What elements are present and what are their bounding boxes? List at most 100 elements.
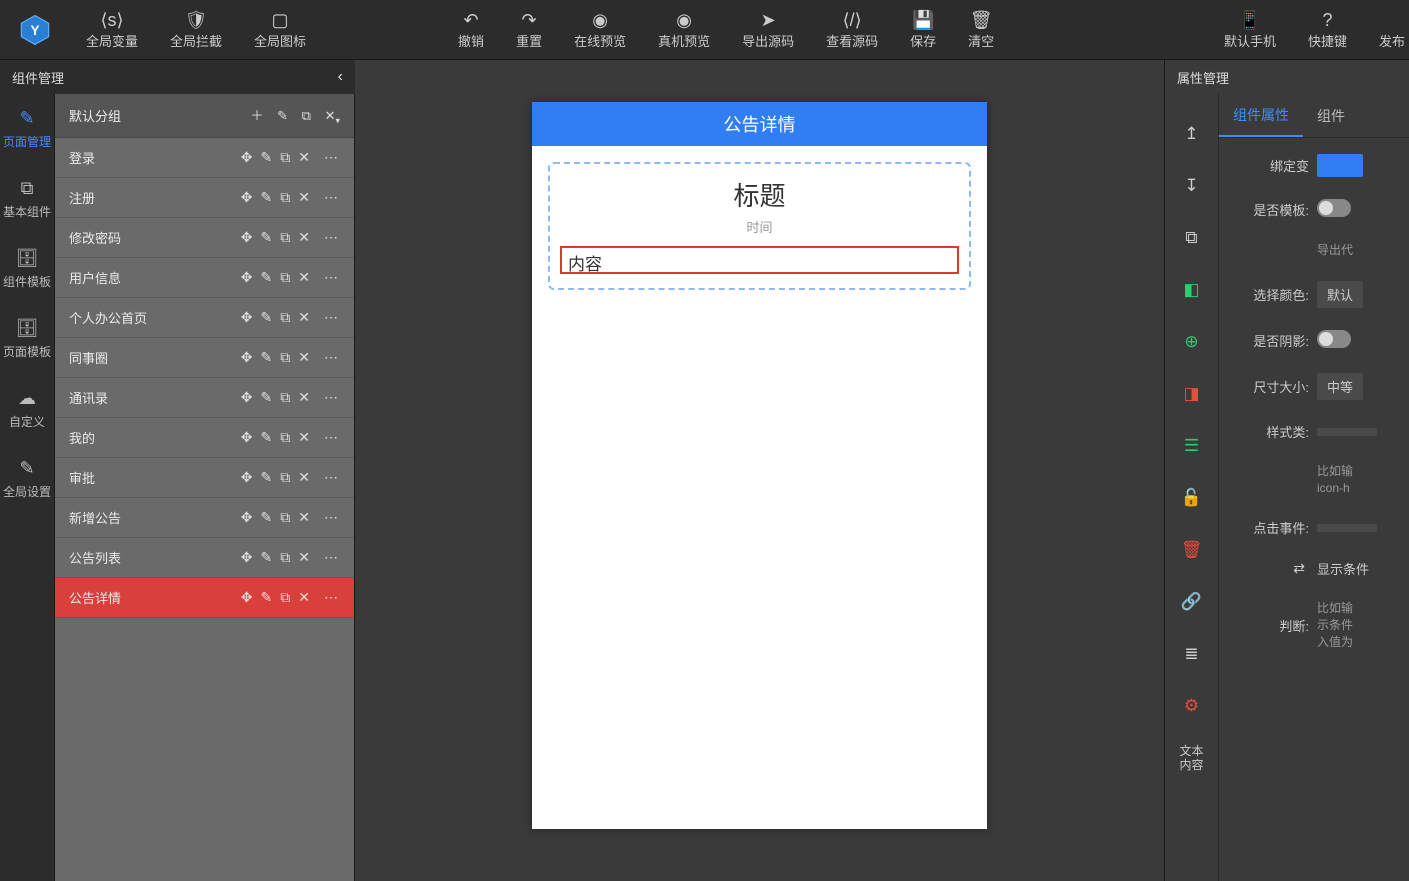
edit-group-icon[interactable]: ✎ bbox=[277, 108, 288, 123]
more-icon[interactable]: ⋯ bbox=[324, 189, 340, 205]
move-icon[interactable]: ✥ bbox=[241, 509, 253, 525]
move-icon[interactable]: ✥ bbox=[241, 389, 253, 405]
size-select[interactable]: 中等 bbox=[1317, 373, 1363, 400]
move-icon[interactable]: ✥ bbox=[241, 429, 253, 445]
copy-icon[interactable]: ⧉ bbox=[280, 509, 290, 525]
copy-icon[interactable]: ⧉ bbox=[1174, 220, 1210, 256]
delete-icon[interactable]: 🗑 bbox=[1174, 532, 1210, 568]
layers-icon[interactable]: ≣ bbox=[1174, 636, 1210, 672]
more-icon[interactable]: ⋯ bbox=[324, 389, 340, 405]
show-condition-label[interactable]: 显示条件 bbox=[1317, 559, 1397, 578]
delete-icon[interactable]: ✕ bbox=[298, 269, 310, 285]
move-icon[interactable]: ✥ bbox=[241, 309, 253, 325]
copy-icon[interactable]: ⧉ bbox=[280, 549, 290, 565]
default-phone-button[interactable]: 📱默认手机 bbox=[1208, 5, 1292, 54]
more-icon[interactable]: ⋯ bbox=[324, 269, 340, 285]
edit-icon[interactable]: ✎ bbox=[261, 389, 273, 405]
tab-custom[interactable]: ☁自定义 bbox=[0, 374, 54, 444]
tab-global-setting[interactable]: ✎全局设置 bbox=[0, 444, 54, 514]
more-icon[interactable]: ⋯ bbox=[324, 469, 340, 485]
more-icon[interactable]: ⋯ bbox=[324, 349, 340, 365]
move-icon[interactable]: ✥ bbox=[241, 549, 253, 565]
delete-icon[interactable]: ✕ bbox=[298, 349, 310, 365]
page-row[interactable]: 同事圈✥✎⧉✕⋯ bbox=[55, 338, 354, 378]
page-row[interactable]: 公告列表✥✎⧉✕⋯ bbox=[55, 538, 354, 578]
edit-icon[interactable]: ✎ bbox=[261, 349, 273, 365]
delete-icon[interactable]: ✕ bbox=[298, 589, 310, 605]
add-page-icon[interactable]: ＋ bbox=[250, 108, 263, 123]
phone-header[interactable]: 公告详情 bbox=[532, 102, 987, 146]
collapse-left-icon[interactable]: ‹ bbox=[338, 68, 343, 86]
delete-icon[interactable]: ✕ bbox=[298, 389, 310, 405]
delete-icon[interactable]: ✕ bbox=[298, 229, 310, 245]
link-icon[interactable]: 🔗 bbox=[1174, 584, 1210, 620]
announcement-card[interactable]: 标题 时间 内容 bbox=[548, 162, 971, 290]
view-source-button[interactable]: ⟨/⟩查看源码 bbox=[810, 5, 894, 54]
edit-icon[interactable]: ✎ bbox=[261, 269, 273, 285]
edit-icon[interactable]: ✎ bbox=[261, 469, 273, 485]
style-class-input[interactable] bbox=[1317, 428, 1377, 436]
download-icon[interactable]: ↧ bbox=[1174, 168, 1210, 204]
copy-icon[interactable]: ⧉ bbox=[280, 429, 290, 445]
global-intercept-button[interactable]: 🛡全局拦截 bbox=[154, 5, 238, 54]
edit-icon[interactable]: ✎ bbox=[261, 149, 273, 165]
copy-icon[interactable]: ⧉ bbox=[280, 309, 290, 325]
copy-icon[interactable]: ⧉ bbox=[280, 269, 290, 285]
more-icon[interactable]: ⋯ bbox=[324, 429, 340, 445]
export-source-button[interactable]: ➤导出源码 bbox=[726, 5, 810, 54]
settings-icon[interactable]: ⚙ bbox=[1174, 688, 1210, 724]
page-row[interactable]: 注册✥✎⧉✕⋯ bbox=[55, 178, 354, 218]
move-icon[interactable]: ✥ bbox=[241, 229, 253, 245]
page-row[interactable]: 我的✥✎⧉✕⋯ bbox=[55, 418, 354, 458]
copy-icon[interactable]: ⧉ bbox=[280, 469, 290, 485]
edit-icon[interactable]: ✎ bbox=[261, 229, 273, 245]
shortcut-button[interactable]: ?快捷键 bbox=[1292, 5, 1363, 54]
unlock-icon[interactable]: 🔓 bbox=[1174, 480, 1210, 516]
move-icon[interactable]: ✥ bbox=[241, 589, 253, 605]
page-row[interactable]: 公告详情✥✎⧉✕⋯ bbox=[55, 578, 354, 618]
upload-icon[interactable]: ↥ bbox=[1174, 116, 1210, 152]
delete-icon[interactable]: ✕ bbox=[298, 149, 310, 165]
move-icon[interactable]: ✥ bbox=[241, 269, 253, 285]
save-button[interactable]: 💾保存 bbox=[894, 5, 952, 54]
page-group-header[interactable]: 默认分组 ＋ ✎ ⧉ ✕▾ bbox=[55, 94, 354, 138]
delete-icon[interactable]: ✕ bbox=[298, 189, 310, 205]
card-title[interactable]: 标题 bbox=[560, 176, 959, 213]
plugin-in-icon[interactable]: ◨ bbox=[1174, 376, 1210, 412]
shadow-switch[interactable] bbox=[1317, 330, 1351, 348]
move-icon[interactable]: ✥ bbox=[241, 349, 253, 365]
more-icon[interactable]: ⋯ bbox=[324, 509, 340, 525]
publish-button[interactable]: 发布 bbox=[1363, 5, 1409, 54]
page-row[interactable]: 登录✥✎⧉✕⋯ bbox=[55, 138, 354, 178]
click-event-input[interactable] bbox=[1317, 524, 1377, 532]
undo-button[interactable]: ↶撤销 bbox=[442, 5, 500, 54]
page-row[interactable]: 新增公告✥✎⧉✕⋯ bbox=[55, 498, 354, 538]
copy-icon[interactable]: ⧉ bbox=[280, 189, 290, 205]
more-icon[interactable]: ⋯ bbox=[324, 309, 340, 325]
edit-icon[interactable]: ✎ bbox=[261, 549, 273, 565]
more-icon[interactable]: ⋯ bbox=[324, 589, 340, 605]
copy-icon[interactable]: ⧉ bbox=[280, 149, 290, 165]
tab-page-manage[interactable]: ✎页面管理 bbox=[0, 94, 54, 164]
file-add-icon[interactable]: ⊕ bbox=[1174, 324, 1210, 360]
clear-button[interactable]: 🗑清空 bbox=[952, 5, 1010, 54]
tab-component-template[interactable]: 🗄组件模板 bbox=[0, 234, 54, 304]
delete-icon[interactable]: ✕ bbox=[298, 509, 310, 525]
color-select[interactable]: 默认 bbox=[1317, 281, 1363, 308]
global-icon-button[interactable]: ▢全局图标 bbox=[238, 5, 322, 54]
delete-group-icon[interactable]: ✕▾ bbox=[325, 108, 340, 123]
delete-icon[interactable]: ✕ bbox=[298, 469, 310, 485]
global-var-button[interactable]: ⟨s⟩全局变量 bbox=[70, 5, 154, 54]
page-row[interactable]: 通讯录✥✎⧉✕⋯ bbox=[55, 378, 354, 418]
page-row[interactable]: 用户信息✥✎⧉✕⋯ bbox=[55, 258, 354, 298]
page-row[interactable]: 审批✥✎⧉✕⋯ bbox=[55, 458, 354, 498]
move-icon[interactable]: ✥ bbox=[241, 469, 253, 485]
card-time[interactable]: 时间 bbox=[560, 217, 959, 236]
delete-icon[interactable]: ✕ bbox=[298, 549, 310, 565]
edit-icon[interactable]: ✎ bbox=[261, 189, 273, 205]
copy-group-icon[interactable]: ⧉ bbox=[302, 108, 311, 123]
more-icon[interactable]: ⋯ bbox=[324, 229, 340, 245]
is-template-switch[interactable] bbox=[1317, 199, 1351, 217]
card-content-selected[interactable]: 内容 bbox=[560, 246, 959, 274]
copy-icon[interactable]: ⧉ bbox=[280, 229, 290, 245]
